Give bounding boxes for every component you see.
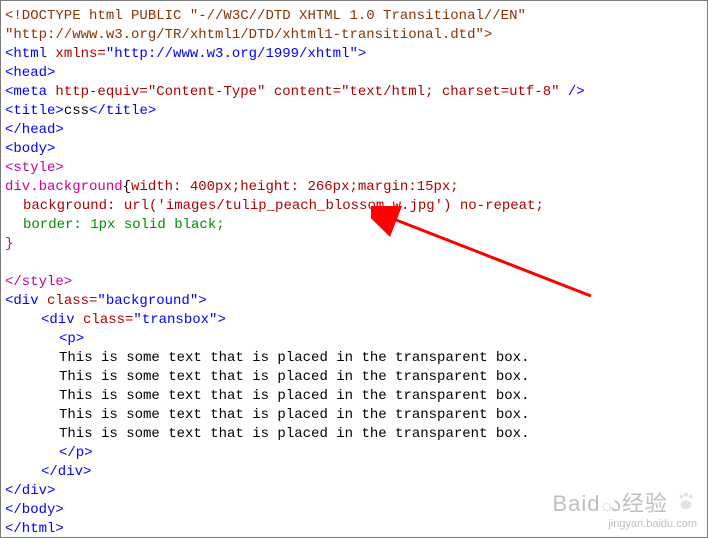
para-3: This is some text that is placed in the … <box>5 387 703 406</box>
style-close: </style> <box>5 273 703 292</box>
meta-line: <meta http-equiv="Content-Type" content=… <box>5 83 703 102</box>
title-open: <title> <box>5 103 64 119</box>
para-2: This is some text that is placed in the … <box>5 368 703 387</box>
div-bg-close: </div> <box>5 482 703 501</box>
p-close: </p> <box>5 444 703 463</box>
code-screenshot: <!DOCTYPE html PUBLIC "-//W3C//DTD XHTML… <box>0 0 708 538</box>
para-5: This is some text that is placed in the … <box>5 425 703 444</box>
css-selector: div.background <box>5 179 123 195</box>
brace-close: } <box>5 235 703 254</box>
div-tag-end: > <box>198 293 206 309</box>
css-rule-3: border: 1px solid black; <box>5 216 703 235</box>
title-close: </title> <box>89 103 156 119</box>
doctype-line-2: "http://www.w3.org/TR/xhtml1/DTD/xhtml1-… <box>5 26 703 45</box>
brace-open: { <box>123 179 131 195</box>
css-rule-2: background: url('images/tulip_peach_blos… <box>5 197 703 216</box>
p-open: <p> <box>5 330 703 349</box>
para-4: This is some text that is placed in the … <box>5 406 703 425</box>
para-1: This is some text that is placed in the … <box>5 349 703 368</box>
xmlns-attr: xmlns= <box>47 46 106 62</box>
body-close: </body> <box>5 501 703 520</box>
head-close: </head> <box>5 121 703 140</box>
css-rule-1: width: 400px;height: 266px;margin:15px; <box>131 179 459 195</box>
body-open: <body> <box>5 140 703 159</box>
html-open: <html xmlns="http://www.w3.org/1999/xhtm… <box>5 45 703 64</box>
meta-attrs: http-equiv="Content-Type" content="text/… <box>47 84 568 100</box>
div-trans-close: </div> <box>5 463 703 482</box>
title-text: css <box>64 103 89 119</box>
meta-open: <meta <box>5 84 47 100</box>
html-tag: <html <box>5 46 47 62</box>
doctype-line-1: <!DOCTYPE html PUBLIC "-//W3C//DTD XHTML… <box>5 7 703 26</box>
class-trans-val: "transbox" <box>133 312 217 328</box>
style-open: <style> <box>5 159 703 178</box>
class-attr: class= <box>39 293 98 309</box>
html-close: </html> <box>5 520 703 538</box>
title-line: <title>css</title> <box>5 102 703 121</box>
html-tag-end: > <box>358 46 366 62</box>
class-attr: class= <box>75 312 134 328</box>
div-tag: <div <box>5 293 39 309</box>
div-trans-open: <div class="transbox"> <box>5 311 703 330</box>
head-open: <head> <box>5 64 703 83</box>
div-tag-end: > <box>217 312 225 328</box>
css-rule-line-1: div.background{width: 400px;height: 266p… <box>5 178 703 197</box>
blank-line-1 <box>5 254 703 273</box>
div-tag: <div <box>41 312 75 328</box>
class-bg-val: "background" <box>97 293 198 309</box>
xmlns-val: "http://www.w3.org/1999/xhtml" <box>106 46 358 62</box>
meta-close: /> <box>568 84 585 100</box>
div-bg-open: <div class="background"> <box>5 292 703 311</box>
